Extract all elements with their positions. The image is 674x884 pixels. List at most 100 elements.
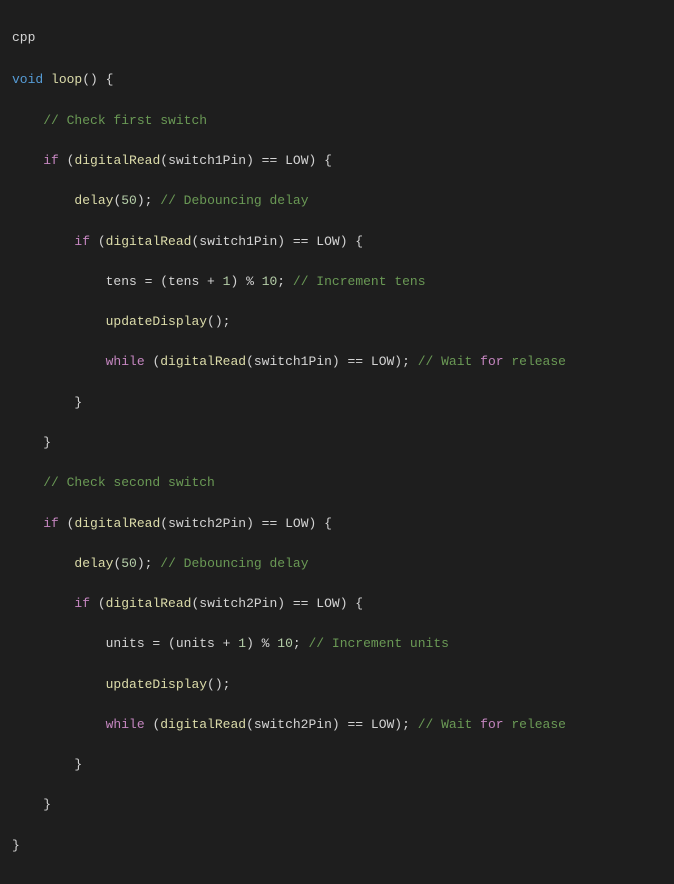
code-text: (switch1Pin) == LOW) { xyxy=(191,234,363,249)
brace: } xyxy=(74,395,82,410)
indent xyxy=(12,314,106,329)
code-text: ( xyxy=(113,556,121,571)
indent xyxy=(12,274,106,289)
keyword-while: while xyxy=(106,717,145,732)
code-text: ( xyxy=(59,516,75,531)
code-text: (); xyxy=(207,677,230,692)
comment: // Wait xyxy=(418,717,480,732)
indent xyxy=(12,556,74,571)
function-digitalread: digitalRead xyxy=(106,234,192,249)
language-label: cpp xyxy=(12,28,662,48)
code-text: (switch2Pin) == LOW); xyxy=(246,717,418,732)
code-line: while (digitalRead(switch2Pin) == LOW); … xyxy=(12,715,662,735)
indent xyxy=(12,153,43,168)
indent xyxy=(12,717,106,732)
function-digitalread: digitalRead xyxy=(74,516,160,531)
keyword-while: while xyxy=(106,354,145,369)
comment: // Increment units xyxy=(309,636,449,651)
keyword-for: for xyxy=(480,354,503,369)
code-text xyxy=(43,72,51,87)
brace: } xyxy=(43,797,51,812)
code-text: ( xyxy=(145,354,161,369)
code-text: (switch2Pin) == LOW) { xyxy=(160,516,332,531)
code-line: while (digitalRead(switch1Pin) == LOW); … xyxy=(12,352,662,372)
keyword-void: void xyxy=(12,72,43,87)
code-line: } xyxy=(12,836,662,856)
keyword-if: if xyxy=(74,234,90,249)
code-line: updateDisplay(); xyxy=(12,675,662,695)
function-digitalread: digitalRead xyxy=(74,153,160,168)
number-literal: 1 xyxy=(238,636,246,651)
brace: } xyxy=(43,435,51,450)
comment: // Increment tens xyxy=(293,274,426,289)
code-line: tens = (tens + 1) % 10; // Increment ten… xyxy=(12,272,662,292)
code-line: if (digitalRead(switch2Pin) == LOW) { xyxy=(12,514,662,534)
indent xyxy=(12,757,74,772)
indent xyxy=(12,113,43,128)
code-text: units = (units + xyxy=(106,636,239,651)
function-delay: delay xyxy=(74,193,113,208)
code-line: } xyxy=(12,795,662,815)
code-text: ); xyxy=(137,193,160,208)
indent xyxy=(12,677,106,692)
code-block: cpp void loop() { // Check first switch … xyxy=(0,0,674,884)
code-text: ; xyxy=(293,636,309,651)
code-text: ) % xyxy=(246,636,277,651)
comment: release xyxy=(504,717,566,732)
code-line: delay(50); // Debouncing delay xyxy=(12,191,662,211)
code-text: ) % xyxy=(230,274,261,289)
code-line: } xyxy=(12,393,662,413)
number-literal: 10 xyxy=(262,274,278,289)
indent xyxy=(12,797,43,812)
code-line: // Check first switch xyxy=(12,111,662,131)
brace: } xyxy=(74,757,82,772)
function-delay: delay xyxy=(74,556,113,571)
function-digitalread: digitalRead xyxy=(160,717,246,732)
comment: // Check second switch xyxy=(43,475,215,490)
function-updatedisplay: updateDisplay xyxy=(106,677,207,692)
code-line: if (digitalRead(switch2Pin) == LOW) { xyxy=(12,594,662,614)
code-text: (switch1Pin) == LOW); xyxy=(246,354,418,369)
code-text: ( xyxy=(59,153,75,168)
keyword-if: if xyxy=(74,596,90,611)
comment: // Check first switch xyxy=(43,113,207,128)
indent xyxy=(12,596,74,611)
indent xyxy=(12,395,74,410)
comment: // Debouncing delay xyxy=(160,556,308,571)
code-line: } xyxy=(12,433,662,453)
code-text: ; xyxy=(277,274,293,289)
code-line: delay(50); // Debouncing delay xyxy=(12,554,662,574)
code-text: ( xyxy=(145,717,161,732)
function-digitalread: digitalRead xyxy=(160,354,246,369)
keyword-if: if xyxy=(43,516,59,531)
code-line: } xyxy=(12,755,662,775)
indent xyxy=(12,234,74,249)
code-line: updateDisplay(); xyxy=(12,312,662,332)
code-line: // Check second switch xyxy=(12,473,662,493)
code-line: void loop() { xyxy=(12,70,662,90)
code-text: (switch1Pin) == LOW) { xyxy=(160,153,332,168)
code-line: if (digitalRead(switch1Pin) == LOW) { xyxy=(12,151,662,171)
keyword-if: if xyxy=(43,153,59,168)
code-line: if (digitalRead(switch1Pin) == LOW) { xyxy=(12,232,662,252)
code-text: ( xyxy=(90,596,106,611)
code-text: () { xyxy=(82,72,113,87)
comment: // Wait xyxy=(418,354,480,369)
keyword-for: for xyxy=(480,717,503,732)
function-updatedisplay: updateDisplay xyxy=(106,314,207,329)
code-text: (); xyxy=(207,314,230,329)
code-text: ); xyxy=(137,556,160,571)
indent xyxy=(12,435,43,450)
code-text: ( xyxy=(90,234,106,249)
brace: } xyxy=(12,838,20,853)
indent xyxy=(12,475,43,490)
comment: release xyxy=(504,354,566,369)
function-loop: loop xyxy=(51,72,82,87)
number-literal: 10 xyxy=(277,636,293,651)
indent xyxy=(12,516,43,531)
indent xyxy=(12,354,106,369)
indent xyxy=(12,193,74,208)
code-line: units = (units + 1) % 10; // Increment u… xyxy=(12,634,662,654)
number-literal: 50 xyxy=(121,193,137,208)
indent xyxy=(12,636,106,651)
